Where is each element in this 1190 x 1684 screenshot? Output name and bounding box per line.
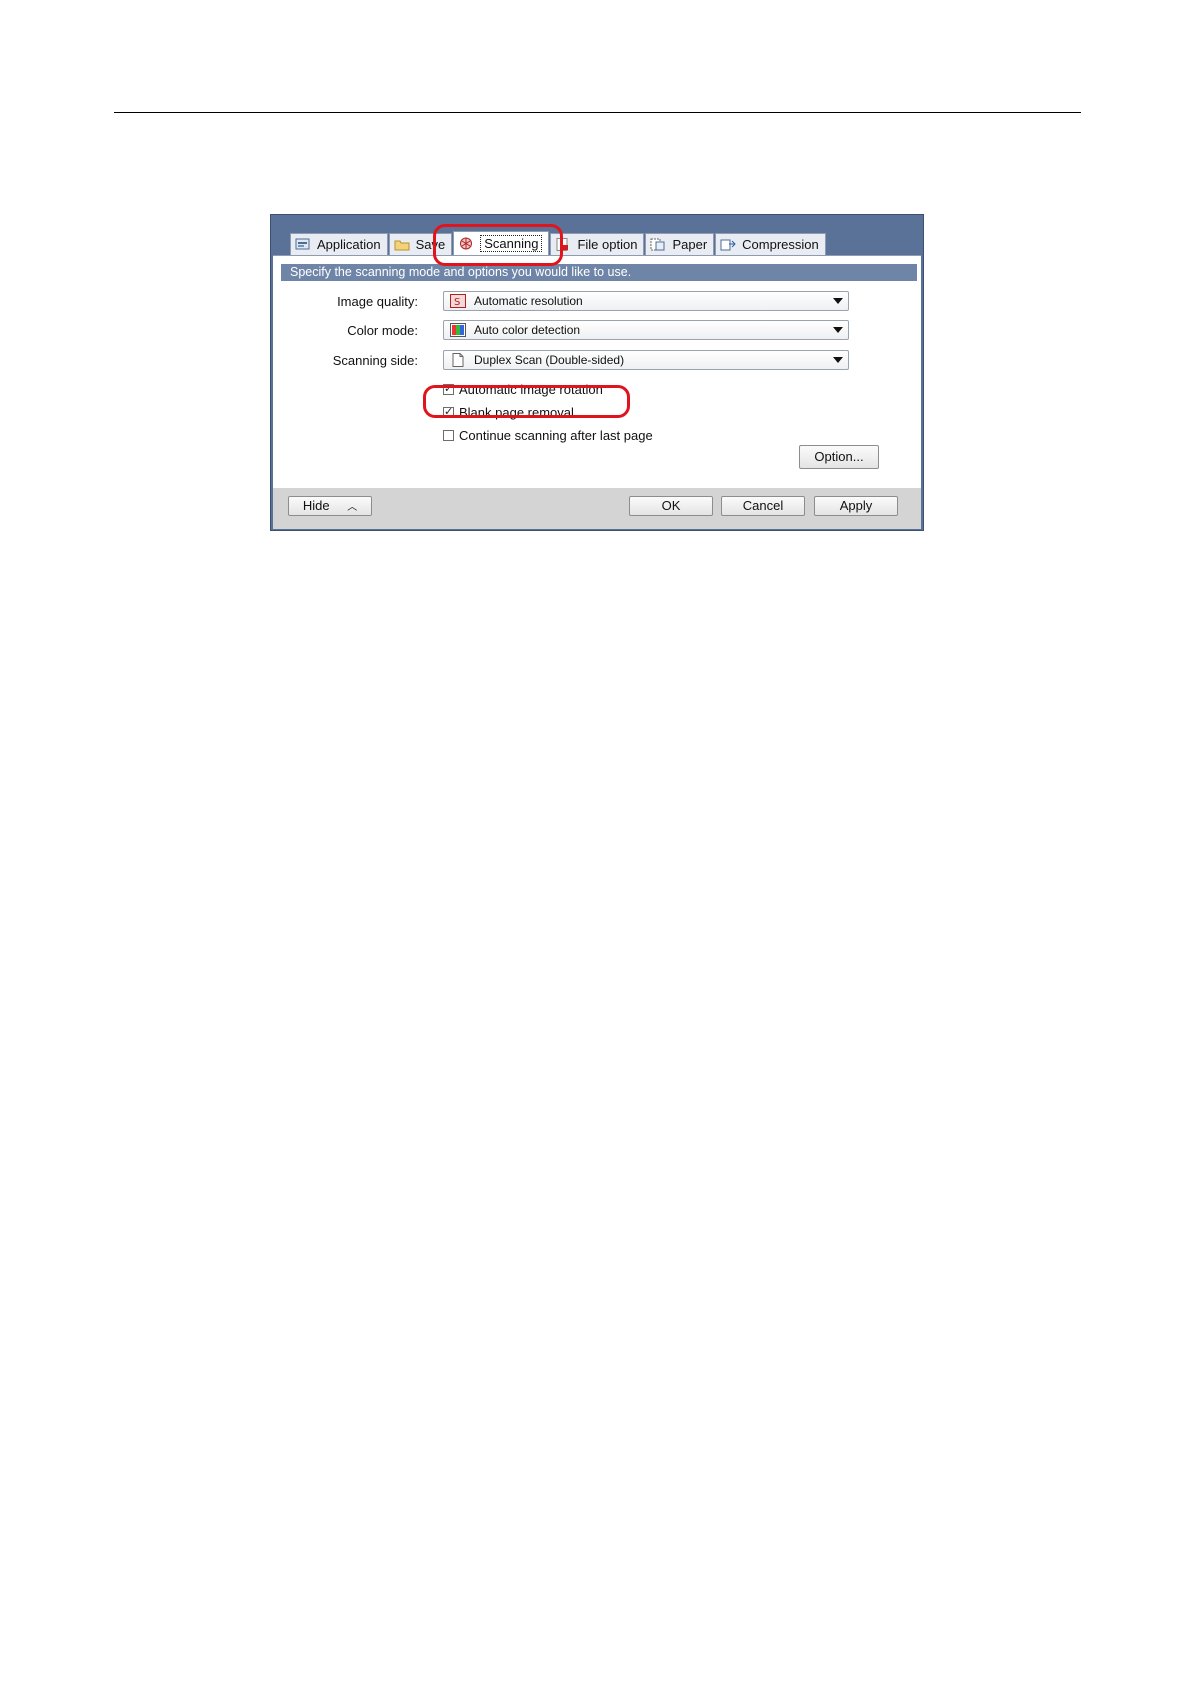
chevron-up-icon: ︿ [347,502,358,513]
image-quality-label: Image quality: [337,294,418,309]
checkbox-checked[interactable] [443,407,454,418]
image-quality-value: Automatic resolution [474,294,583,308]
checkbox-label: Blank page removal [459,405,574,420]
chevron-down-icon [833,327,843,333]
file-option-icon [555,238,571,251]
continue-scanning-checkbox[interactable]: Continue scanning after last page [443,428,653,443]
tab-save[interactable]: Save [388,233,453,255]
chevron-down-icon [833,298,843,304]
blank-page-removal-checkbox[interactable]: Blank page removal [443,405,574,420]
tab-label: Save [415,237,446,252]
compression-icon [720,238,736,251]
resolution-icon: S [450,294,466,308]
tab-label: Compression [742,237,819,252]
application-icon [295,238,311,251]
checkbox-checked[interactable] [443,384,454,395]
checkbox-label: Continue scanning after last page [459,428,653,443]
svg-text:S: S [454,297,460,308]
hide-button[interactable]: Hide ︿ [288,496,372,516]
tab-label: Scanning [480,235,543,252]
option-button[interactable]: Option... [799,445,879,469]
tab-file-option[interactable]: File option [550,233,645,255]
scanning-side-select[interactable]: Duplex Scan (Double-sided) [443,350,849,370]
page-icon [450,353,466,367]
color-mode-select[interactable]: Auto color detection [443,320,849,340]
tab-label: Paper [672,237,708,252]
tab-bar: Application Save Scanning File option Pa… [290,231,827,255]
page-top-rule [114,112,1081,113]
chevron-down-icon [833,357,843,363]
apply-button[interactable]: Apply [814,496,898,516]
paper-icon [650,238,666,251]
tab-label: Application [317,237,381,252]
image-quality-select[interactable]: S Automatic resolution [443,291,849,311]
hide-button-label: Hide [302,498,330,513]
folder-icon [394,238,410,251]
panel-hint: Specify the scanning mode and options yo… [281,264,917,281]
dialog-footer: Hide ︿ OK Cancel Apply [273,488,921,529]
tab-paper[interactable]: Paper [645,233,715,255]
tab-compression[interactable]: Compression [715,233,826,255]
auto-rotation-checkbox[interactable]: Automatic image rotation [443,382,603,397]
color-detection-icon [450,323,466,337]
color-mode-value: Auto color detection [474,323,581,337]
scanning-panel: Specify the scanning mode and options yo… [273,255,921,488]
color-mode-label: Color mode: [347,323,418,338]
cancel-button[interactable]: Cancel [721,496,805,516]
scanning-side-label: Scanning side: [332,353,418,368]
tab-label: File option [577,237,638,252]
scanning-icon [458,237,474,250]
scanning-side-value: Duplex Scan (Double-sided) [474,353,625,367]
tab-scanning[interactable]: Scanning [453,231,550,255]
tab-application[interactable]: Application [290,233,388,255]
ok-button[interactable]: OK [629,496,713,516]
scan-settings-window: Application Save Scanning File option Pa… [270,214,924,531]
checkbox-label: Automatic image rotation [459,382,603,397]
checkbox-unchecked[interactable] [443,430,454,441]
